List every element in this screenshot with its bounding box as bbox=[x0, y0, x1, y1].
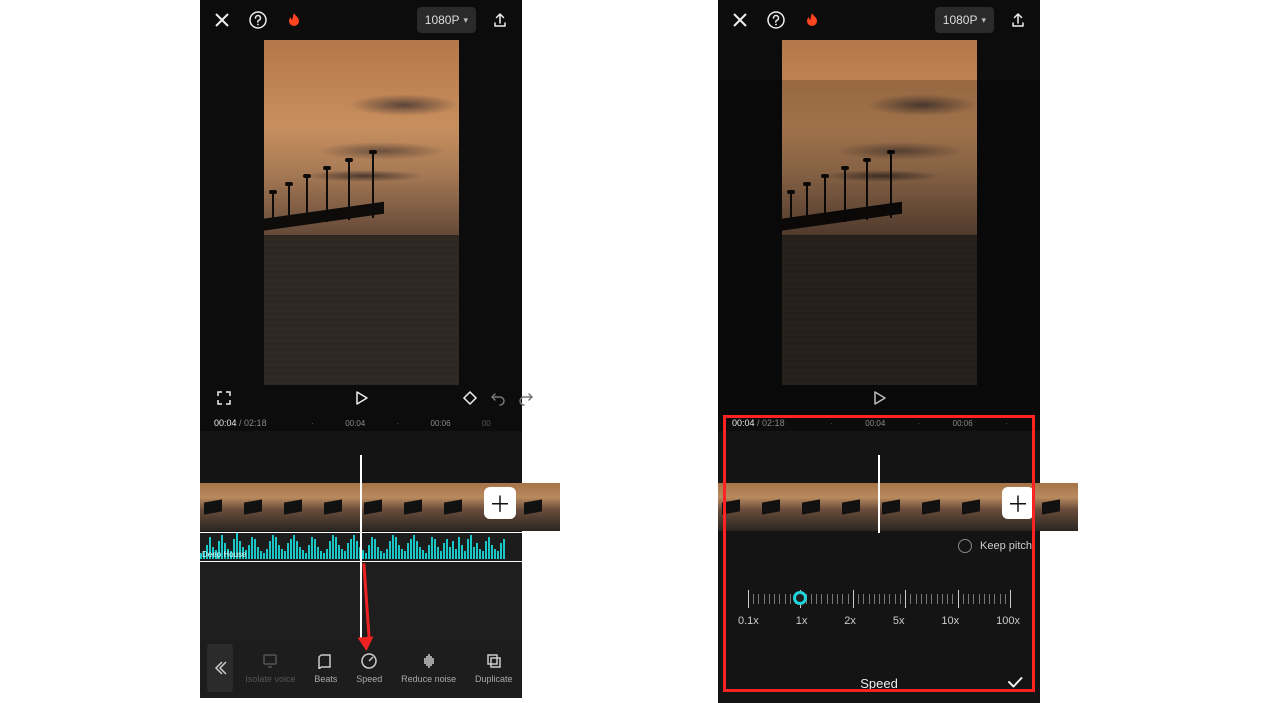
speed-slider[interactable] bbox=[748, 590, 1010, 612]
current-time: 00:04 bbox=[732, 418, 755, 428]
chevron-down-icon: ▾ bbox=[463, 15, 468, 26]
export-icon[interactable] bbox=[1008, 10, 1028, 30]
timecode-mark: 00:04 bbox=[865, 419, 885, 428]
bottom-toolbar: Isolate voice Beats Speed bbox=[200, 638, 522, 698]
phone-screenshot-left: 1080P ▾ bbox=[200, 0, 522, 698]
speed-label: 10x bbox=[941, 615, 959, 627]
resolution-label: 1080P bbox=[943, 13, 978, 27]
keep-pitch-toggle[interactable]: Keep pitch bbox=[958, 539, 1032, 553]
isolate-voice-icon bbox=[261, 652, 279, 670]
phone-screenshot-right: 1080P ▾ bbox=[718, 0, 1040, 698]
speed-label: 2x bbox=[844, 615, 856, 627]
speed-labels: 0.1x 1x 2x 5x 10x 100x bbox=[738, 615, 1020, 627]
speed-label: 0.1x bbox=[738, 615, 759, 627]
timeline[interactable]: ＋ Deep House bbox=[200, 431, 522, 639]
speed-label: 5x bbox=[893, 615, 905, 627]
timeline-with-speed-panel: ＋ Keep pitch 0.1x 1x 2x 5x 10x 100x Spee… bbox=[718, 431, 1040, 703]
duplicate-icon bbox=[485, 652, 503, 670]
reduce-noise-icon bbox=[420, 652, 438, 670]
speed-label: 1x bbox=[796, 615, 808, 627]
tool-label: Beats bbox=[314, 674, 337, 684]
tool-isolate-voice[interactable]: Isolate voice bbox=[245, 652, 295, 684]
tool-duplicate[interactable]: Duplicate bbox=[475, 652, 513, 684]
speed-icon bbox=[360, 652, 378, 670]
preview-controls bbox=[200, 381, 522, 415]
timecode-mark: 00:06 bbox=[953, 419, 973, 428]
play-button[interactable] bbox=[869, 388, 889, 408]
tool-speed[interactable]: Speed bbox=[356, 652, 382, 684]
add-clip-button[interactable]: ＋ bbox=[1002, 487, 1034, 519]
tool-label: Reduce noise bbox=[401, 674, 456, 684]
video-preview[interactable] bbox=[782, 40, 977, 385]
preview-controls bbox=[718, 381, 1040, 415]
audio-track-label: Deep House bbox=[202, 550, 246, 559]
help-icon[interactable] bbox=[248, 10, 268, 30]
top-bar: 1080P ▾ bbox=[718, 0, 1040, 40]
preview-area bbox=[718, 40, 1040, 415]
tool-label: Speed bbox=[356, 674, 382, 684]
video-preview[interactable] bbox=[264, 40, 459, 385]
collapse-toolbar-button[interactable] bbox=[207, 644, 233, 692]
chevron-down-icon: ▾ bbox=[981, 15, 986, 26]
playhead[interactable] bbox=[360, 455, 362, 639]
duration: 02:18 bbox=[762, 418, 785, 428]
beats-icon bbox=[317, 652, 335, 670]
speed-label: 100x bbox=[996, 615, 1020, 627]
timecode-row: 00:04 / 02:18 · 00:04 · 00:06 · bbox=[718, 415, 1040, 431]
add-clip-button[interactable]: ＋ bbox=[484, 487, 516, 519]
keep-pitch-label: Keep pitch bbox=[980, 540, 1032, 552]
duration: 02:18 bbox=[244, 418, 267, 428]
resolution-label: 1080P bbox=[425, 13, 460, 27]
radio-unchecked-icon bbox=[958, 539, 972, 553]
tool-beats[interactable]: Beats bbox=[314, 652, 337, 684]
timecode-mark: 00:04 bbox=[345, 419, 365, 428]
panel-title: Speed bbox=[860, 676, 898, 691]
flame-icon[interactable] bbox=[802, 10, 822, 30]
preview-area bbox=[200, 40, 522, 415]
resolution-button[interactable]: 1080P ▾ bbox=[417, 7, 476, 33]
export-icon[interactable] bbox=[490, 10, 510, 30]
current-time: 00:04 bbox=[214, 418, 237, 428]
panel-title-row: Speed bbox=[718, 663, 1040, 703]
fullscreen-icon[interactable] bbox=[214, 388, 234, 408]
close-icon[interactable] bbox=[212, 10, 232, 30]
redo-icon[interactable] bbox=[518, 390, 534, 406]
flame-icon[interactable] bbox=[284, 10, 304, 30]
keyframe-icon[interactable] bbox=[462, 390, 478, 406]
tool-reduce-noise[interactable]: Reduce noise bbox=[401, 652, 456, 684]
tool-label: Duplicate bbox=[475, 674, 513, 684]
playhead[interactable] bbox=[878, 455, 880, 533]
timecode-mark: 00:06 bbox=[431, 419, 451, 428]
help-icon[interactable] bbox=[766, 10, 786, 30]
tool-label: Isolate voice bbox=[245, 674, 295, 684]
resolution-button[interactable]: 1080P ▾ bbox=[935, 7, 994, 33]
top-bar: 1080P ▾ bbox=[200, 0, 522, 40]
confirm-button[interactable] bbox=[1004, 671, 1026, 693]
undo-icon[interactable] bbox=[490, 390, 506, 406]
timecode-row: 00:04 / 02:18 · 00:04 · 00:06 00 bbox=[200, 415, 522, 431]
play-button[interactable] bbox=[351, 388, 371, 408]
close-icon[interactable] bbox=[730, 10, 750, 30]
